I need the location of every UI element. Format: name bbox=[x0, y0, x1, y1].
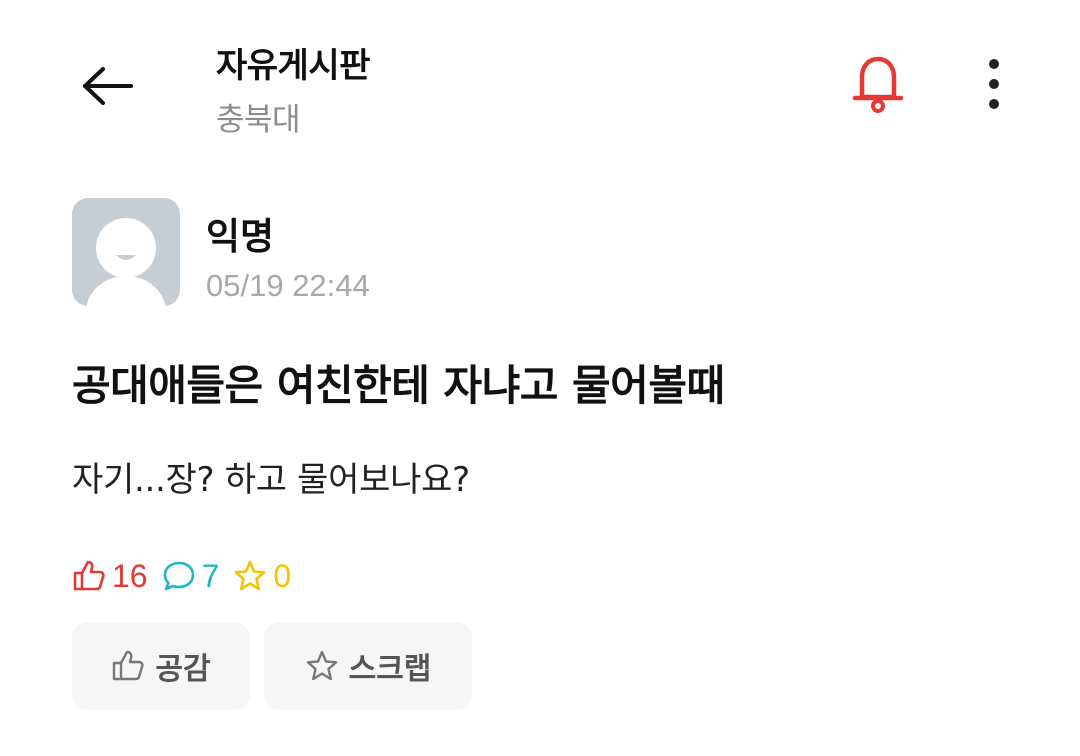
post-actions: 공감 스크랩 bbox=[72, 622, 472, 710]
scrap-button[interactable]: 스크랩 bbox=[264, 622, 472, 710]
post-title: 공대애들은 여친한테 자냐고 물어볼때 bbox=[72, 361, 725, 410]
scrap-count-value: 0 bbox=[273, 557, 292, 594]
like-button-label: 공감 bbox=[155, 652, 211, 687]
thumbs-up-icon bbox=[73, 560, 105, 591]
like-button[interactable]: 공감 bbox=[72, 622, 250, 710]
scrap-count: 0 bbox=[233, 558, 291, 595]
star-icon bbox=[235, 560, 266, 591]
back-button[interactable] bbox=[72, 58, 142, 114]
scrap-button-label: 스크랩 bbox=[348, 652, 432, 687]
author-name: 익명 bbox=[206, 215, 275, 258]
post-stats: 16 7 0 bbox=[72, 556, 305, 596]
default-profile-icon bbox=[86, 218, 166, 306]
like-count-value: 16 bbox=[112, 557, 148, 594]
post-timestamp: 05/19 22:44 bbox=[206, 268, 370, 303]
board-subtitle: 충북대 bbox=[216, 102, 301, 138]
comment-count-value: 7 bbox=[201, 557, 220, 594]
notification-button[interactable] bbox=[846, 50, 910, 118]
bell-icon bbox=[852, 56, 904, 113]
more-vertical-icon bbox=[989, 59, 999, 109]
arrow-left-icon bbox=[83, 67, 133, 105]
like-count: 16 bbox=[72, 558, 148, 595]
more-options-button[interactable] bbox=[970, 52, 1018, 116]
post-author: 익명 05/19 22:44 bbox=[72, 198, 672, 308]
post-body: 자기...장? 하고 물어보나요? bbox=[72, 460, 470, 500]
thumbs-up-icon bbox=[113, 650, 144, 681]
comment-icon bbox=[163, 561, 194, 591]
avatar bbox=[72, 198, 180, 306]
comment-count: 7 bbox=[162, 557, 220, 595]
board-title: 자유게시판 bbox=[216, 46, 370, 86]
star-icon bbox=[306, 650, 337, 681]
app-header: 자유게시판 충북대 bbox=[0, 0, 1080, 160]
